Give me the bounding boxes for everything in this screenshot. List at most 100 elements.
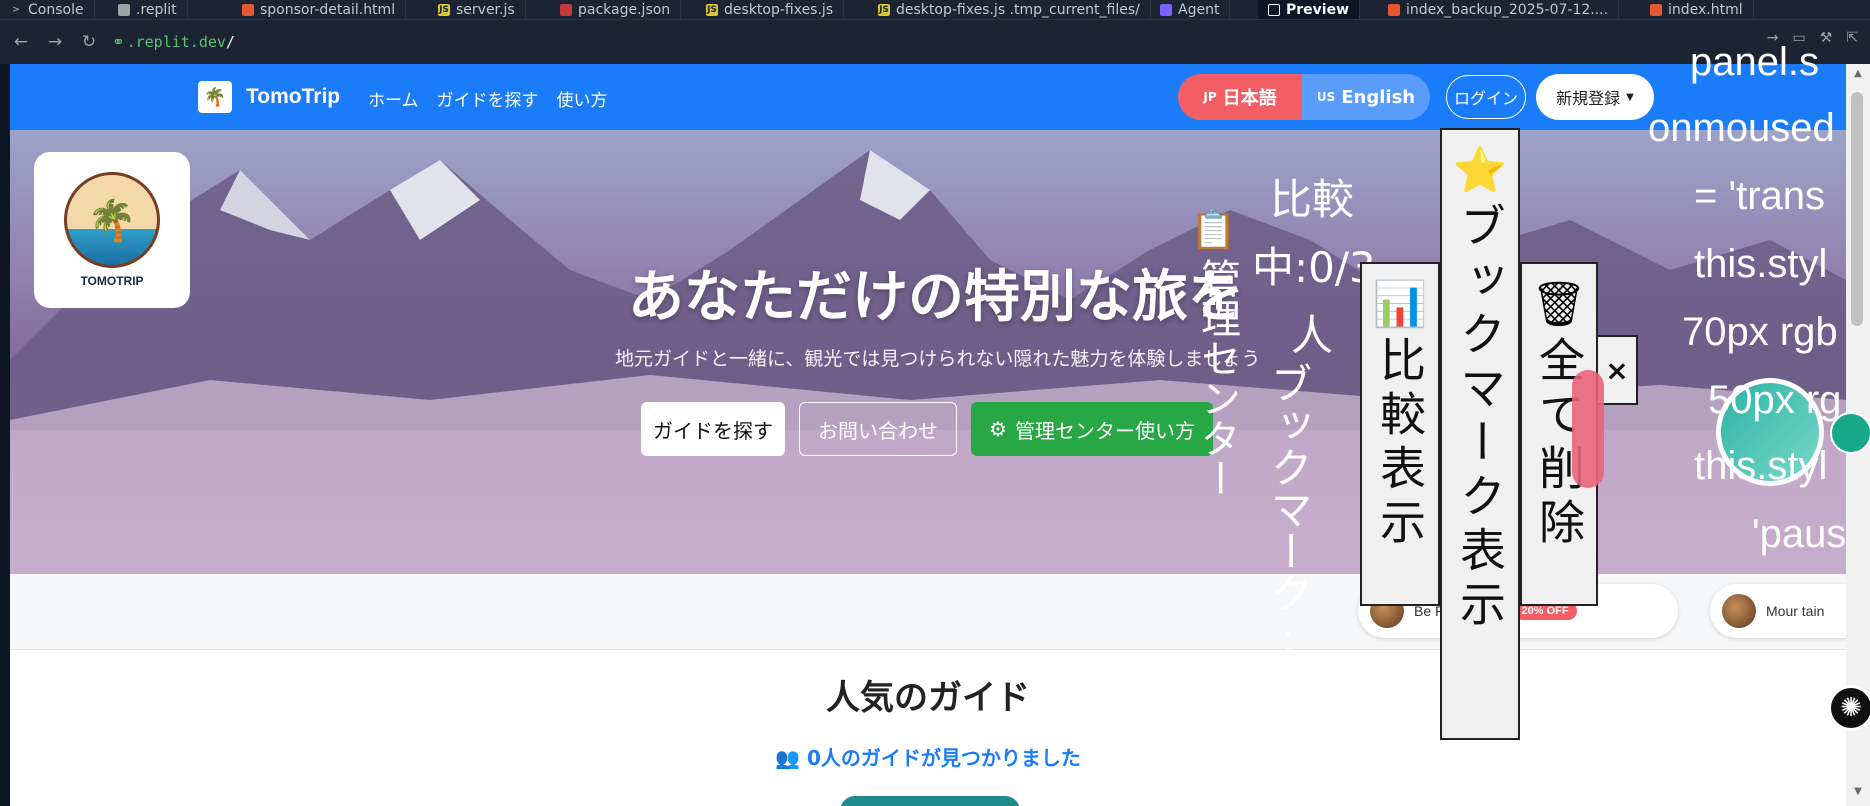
hero-subtitle: 地元ガイドと一緒に、観光では見つけられない隠れた魅力を体験しましょう xyxy=(615,348,1261,370)
tab-index-backup[interactable]: index_backup_2025-07-12.... xyxy=(1378,0,1620,19)
admin-center-button[interactable]: ⚙ 管理センター使い方 xyxy=(971,402,1213,456)
leaked-code-line: panel.s xyxy=(1690,40,1819,84)
login-button[interactable]: ログイン xyxy=(1446,75,1526,119)
signup-label: 新規登録 xyxy=(1556,89,1621,108)
compare-view-label: 比較表示 xyxy=(1373,336,1427,552)
tab-desktop-fixes[interactable]: JS desktop-fixes.js xyxy=(696,0,845,19)
js-file-icon: JS xyxy=(438,4,450,16)
logo-text: TOMOTRIP xyxy=(80,274,144,288)
url-field[interactable]: ⚭ .replit.dev / xyxy=(112,28,235,56)
leaked-code-line: 50px rg xyxy=(1708,378,1842,422)
bookmark-view-label: ブックマーク表示 xyxy=(1453,202,1507,634)
tab-server-js[interactable]: JS server.js xyxy=(428,0,526,19)
lang-japanese-button[interactable]: JP 日本語 xyxy=(1178,74,1302,120)
tab-label: index_backup_2025-07-12.... xyxy=(1406,2,1609,18)
bookmark-view-button[interactable]: ⭐ ブックマーク表示 xyxy=(1440,128,1520,740)
url-host: .replit.dev xyxy=(126,33,226,51)
agent-icon xyxy=(1160,4,1172,16)
star-icon: ⭐ xyxy=(1452,145,1508,196)
signup-dropdown-button[interactable]: 新規登録 ▼ xyxy=(1536,74,1654,120)
tab-sponsor-detail[interactable]: sponsor-detail.html xyxy=(232,0,407,19)
leaked-code-line: 70px rgb xyxy=(1682,310,1838,354)
find-guide-button[interactable]: ガイドを探す xyxy=(641,402,785,456)
tab-preview[interactable]: Preview xyxy=(1258,0,1361,19)
hero-title: あなただけの特別な旅を xyxy=(628,265,1244,330)
preview-address-bar: ← → ↻ ⚭ .replit.dev / → ▭ ⚒ ⇱ xyxy=(0,20,1870,64)
contact-button[interactable]: お問い合わせ xyxy=(799,402,957,456)
npm-file-icon xyxy=(560,4,572,16)
tab-agent[interactable]: Agent xyxy=(1150,0,1231,19)
url-path: / xyxy=(225,33,235,51)
gear-icon: ⚙ xyxy=(989,417,1007,441)
trash-icon: 🗑 xyxy=(1531,279,1587,330)
tab-label: desktop-fixes.js .tmp_current_files/ xyxy=(896,2,1140,18)
tomotrip-logo: 🌴 TOMOTRIP xyxy=(34,152,190,308)
terminal-icon: > xyxy=(12,5,20,15)
sponsor-chip[interactable]: Mour tain xyxy=(1710,584,1846,638)
editor-tab-bar: > Console .replit sponsor-detail.html JS s… xyxy=(0,0,1870,20)
lang-english-button[interactable]: US English xyxy=(1302,74,1430,120)
nav-link-find-guides[interactable]: ガイドを探す xyxy=(437,86,539,111)
html-file-icon xyxy=(1388,4,1400,16)
tab-package-json[interactable]: package.json xyxy=(550,0,682,19)
js-file-icon: JS xyxy=(706,4,718,16)
tab-label: Agent xyxy=(1178,2,1220,18)
back-arrow-icon[interactable]: ← xyxy=(8,29,34,55)
leaked-code-line: 'paus xyxy=(1752,512,1847,556)
assistant-fab-icon[interactable] xyxy=(1830,412,1870,454)
compare-status-text: 比較中:0/3人 xyxy=(1252,175,1376,360)
tab-label: sponsor-detail.html xyxy=(260,2,396,18)
admin-center-label: 管理センター使い方 xyxy=(1014,418,1195,443)
chatbot-fab-icon[interactable]: ✺ xyxy=(1828,685,1870,731)
language-switcher: JP 日本語 US English xyxy=(1178,74,1430,120)
admin-center-vertical[interactable]: 管理センター xyxy=(1188,258,1246,678)
sponsor-avatar xyxy=(1722,594,1756,628)
tab-label: server.js xyxy=(456,2,515,18)
guides-found-count: 👥 0人のガイドが見つかりました xyxy=(10,742,1846,771)
devtools-icon[interactable]: ⚒ xyxy=(1820,30,1833,46)
guides-found-label: 0人のガイドが見つかりました xyxy=(806,746,1081,770)
lang-en-label: English xyxy=(1341,86,1416,108)
tab-label: index.html xyxy=(1668,2,1743,18)
replit-file-icon xyxy=(118,4,130,16)
reload-icon[interactable]: ↻ xyxy=(76,29,102,55)
nav-link-how-to[interactable]: 使い方 xyxy=(557,86,608,111)
brand-logo-icon: 🌴 xyxy=(198,81,232,113)
forward-arrow-icon[interactable]: → xyxy=(42,29,68,55)
nav-link-home[interactable]: ホーム xyxy=(368,86,419,111)
compare-status: 比較中:0/3人 xyxy=(1252,166,1376,370)
us-flag-icon: US xyxy=(1316,90,1336,104)
scroll-down-icon[interactable]: ▼ xyxy=(1850,786,1866,800)
jp-flag-icon: JP xyxy=(1203,90,1217,104)
palm-tree-logo-icon: 🌴 xyxy=(64,172,160,268)
hero-buttons: ガイドを探す お問い合わせ ⚙ 管理センター使い方 xyxy=(641,402,1213,456)
js-file-icon: JS xyxy=(878,4,890,16)
open-new-tab-icon[interactable]: ⇱ xyxy=(1846,30,1858,46)
leaked-code-line: = 'trans xyxy=(1694,174,1826,218)
leaked-code-line: onmoused xyxy=(1648,106,1835,150)
tab-replit[interactable]: .replit xyxy=(108,0,188,19)
popular-guides-heading: 人気のガイド xyxy=(826,678,1030,718)
users-icon: 👥 xyxy=(775,746,800,770)
html-file-icon xyxy=(242,4,254,16)
tab-label: Preview xyxy=(1286,2,1350,18)
tab-console[interactable]: > Console xyxy=(0,0,95,19)
tab-label: Console xyxy=(28,2,84,18)
tab-index-html[interactable]: index.html xyxy=(1640,0,1754,19)
compare-view-button[interactable]: 📊 比較表示 xyxy=(1360,262,1440,606)
tab-label: package.json xyxy=(578,2,671,18)
lang-jp-label: 日本語 xyxy=(1222,88,1277,109)
leaked-code-line: this.styl xyxy=(1694,242,1828,286)
caret-down-icon: ▼ xyxy=(1626,91,1634,103)
tab-desktop-fixes-tmp[interactable]: JS desktop-fixes.js .tmp_current_files/ xyxy=(868,0,1151,19)
tab-label: .replit xyxy=(136,2,177,18)
scrollbar-thumb[interactable] xyxy=(1851,92,1863,326)
site-navbar: 🌴 TomoTrip ホーム ガイドを探す 使い方 JP 日本語 US Englis… xyxy=(10,64,1846,130)
leaked-code-line: this.styl xyxy=(1694,444,1828,488)
filter-tab-partial[interactable] xyxy=(840,796,1020,806)
sponsor-name: Mour tain xyxy=(1766,603,1825,619)
scroll-up-icon[interactable]: ▲ xyxy=(1850,68,1866,82)
decorative-blob xyxy=(1572,370,1604,488)
brand[interactable]: 🌴 TomoTrip xyxy=(198,81,340,113)
bookmark-status: ブックマーク:0 xyxy=(1264,362,1313,712)
